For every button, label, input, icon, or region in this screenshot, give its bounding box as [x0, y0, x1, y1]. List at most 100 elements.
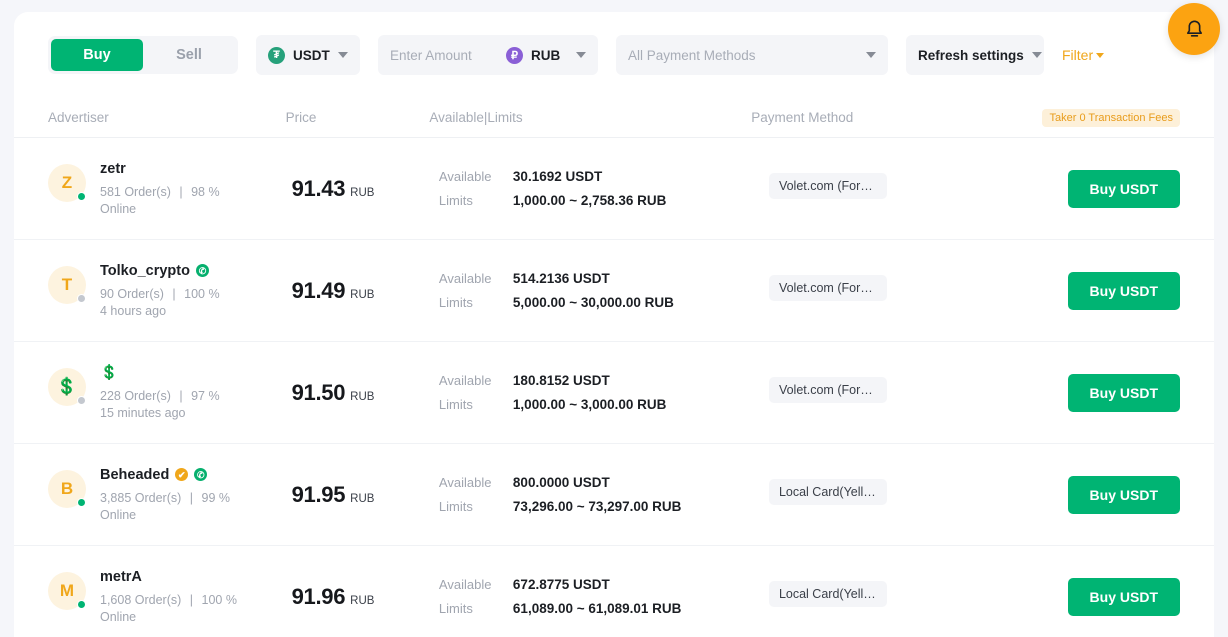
- price-value: 91.43: [291, 175, 346, 201]
- available-label: Available: [438, 475, 492, 490]
- crypto-label: USDT: [293, 47, 330, 63]
- chevron-down-icon: [338, 52, 348, 58]
- advertiser-cell[interactable]: B Beheaded ✔ ✆ 3,885 Order(s) | 99 % Onlin…: [48, 466, 292, 524]
- advertiser-cell[interactable]: T Tolko_crypto ✆ 90 Order(s) | 100 % 4 ho…: [48, 262, 292, 320]
- buy-usdt-button[interactable]: Buy USDT: [1067, 169, 1180, 208]
- available-value: 800.0000 USDT: [512, 475, 610, 490]
- avatar: B: [48, 469, 86, 508]
- buy-tab[interactable]: Buy: [51, 39, 143, 71]
- action-cell: Buy USDT: [1067, 373, 1180, 412]
- crypto-selector[interactable]: ₮ USDT: [256, 35, 360, 75]
- filter-button[interactable]: Filter: [1062, 47, 1105, 63]
- phone-verified-badge-icon: ✆: [194, 468, 208, 481]
- available-label: Available: [438, 169, 492, 184]
- status-dot-offline: [77, 395, 86, 405]
- payment-method-chip[interactable]: Volet.com (Form...: [768, 275, 887, 301]
- ruble-icon: ₽: [506, 46, 523, 64]
- advertiser-name: zetr: [100, 160, 126, 177]
- table-row[interactable]: T Tolko_crypto ✆ 90 Order(s) | 100 % 4 ho…: [14, 240, 1214, 342]
- completion-rate: 99 %: [201, 490, 231, 505]
- limits-label: Limits: [438, 601, 473, 616]
- payment-chevron-down-icon: [866, 52, 876, 58]
- advertiser-cell[interactable]: Z zetr 581 Order(s) | 98 % Online: [48, 160, 292, 218]
- price-currency: RUB: [350, 186, 375, 199]
- notification-bell-button[interactable]: [1168, 3, 1220, 55]
- advertiser-name-row[interactable]: metrA: [100, 568, 237, 586]
- header-price: Price: [285, 110, 317, 125]
- price-cell: 91.95 RUB: [292, 482, 439, 508]
- limits-value: 1,000.00 ~ 3,000.00 RUB: [512, 397, 667, 412]
- buy-usdt-button[interactable]: Buy USDT: [1067, 373, 1180, 412]
- advertiser-name-row[interactable]: 💲: [100, 364, 220, 382]
- last-seen: Online: [100, 609, 137, 624]
- advertiser-name: metrA: [100, 568, 142, 585]
- available-label: Available: [438, 373, 492, 388]
- stats-separator: |: [179, 388, 183, 403]
- buy-usdt-button[interactable]: Buy USDT: [1067, 577, 1180, 616]
- advertiser-info: zetr 581 Order(s) | 98 % Online: [100, 160, 220, 218]
- filter-label: Filter: [1062, 47, 1094, 63]
- stats-separator: |: [179, 184, 183, 199]
- available-value: 30.1692 USDT: [512, 169, 603, 184]
- advertiser-cell[interactable]: M metrA 1,608 Order(s) | 100 % Online: [48, 568, 292, 626]
- available-label: Available: [438, 577, 492, 592]
- refresh-settings-selector[interactable]: Refresh settings: [906, 35, 1044, 75]
- buy-usdt-button[interactable]: Buy USDT: [1067, 271, 1180, 310]
- action-cell: Buy USDT: [1067, 271, 1180, 310]
- taker-fee-badge: Taker 0 Transaction Fees: [1042, 108, 1180, 127]
- limits-value: 61,089.00 ~ 61,089.01 RUB: [512, 601, 682, 616]
- amount-input[interactable]: [390, 47, 498, 63]
- payment-method-chip[interactable]: Local Card(Yello...: [768, 479, 887, 505]
- price-cell: 91.96 RUB: [292, 584, 439, 610]
- advertiser-stats: 3,885 Order(s) | 99 % Online: [100, 490, 230, 524]
- table-row[interactable]: Z zetr 581 Order(s) | 98 % Online 91.43 …: [14, 138, 1214, 240]
- tether-icon: ₮: [268, 46, 285, 64]
- payment-method-cell: Volet.com (Form...: [768, 173, 1068, 204]
- price-cell: 91.49 RUB: [292, 278, 439, 304]
- advertiser-info: 💲 228 Order(s) | 97 % 15 minutes ago: [100, 364, 220, 422]
- completion-rate: 98 %: [191, 184, 220, 199]
- action-cell: Buy USDT: [1067, 475, 1180, 514]
- payment-method-chip[interactable]: Volet.com (Form...: [768, 173, 887, 199]
- payment-method-selector[interactable]: All Payment Methods: [616, 35, 888, 75]
- advertiser-name-row[interactable]: Tolko_crypto ✆: [100, 262, 220, 280]
- order-count: 3,885 Order(s): [100, 490, 182, 505]
- price-currency: RUB: [350, 594, 375, 607]
- table-row[interactable]: B Beheaded ✔ ✆ 3,885 Order(s) | 99 % Onlin…: [14, 444, 1214, 546]
- buy-usdt-button[interactable]: Buy USDT: [1067, 475, 1180, 514]
- status-dot-online: [77, 191, 86, 201]
- limits-label: Limits: [438, 397, 473, 412]
- status-dot-offline: [77, 293, 86, 303]
- refresh-chevron-down-icon: [1031, 52, 1042, 58]
- header-available-limits: Available|Limits: [429, 110, 523, 125]
- stats-separator: |: [189, 490, 194, 505]
- available-limits-cell: Available 800.0000 USDT Limits 73,296.00…: [439, 475, 769, 514]
- order-count: 90 Order(s): [100, 286, 164, 301]
- advertiser-name: Tolko_crypto: [100, 262, 190, 279]
- bell-icon: [1186, 20, 1202, 37]
- payment-method-chip[interactable]: Volet.com (Form...: [768, 377, 887, 403]
- buy-sell-toggle[interactable]: Buy Sell: [48, 36, 238, 74]
- price-value: 91.50: [291, 379, 346, 405]
- advertiser-name-row[interactable]: zetr: [100, 160, 220, 178]
- payment-method-chip[interactable]: Local Card(Yello...: [768, 581, 887, 607]
- advertiser-cell[interactable]: 💲 💲 228 Order(s) | 97 % 15 minutes ago: [48, 364, 292, 422]
- phone-verified-badge-icon: ✆: [195, 264, 209, 277]
- sell-tab[interactable]: Sell: [143, 39, 235, 71]
- amount-filter-group[interactable]: ₽ RUB: [378, 35, 598, 75]
- fiat-label: RUB: [531, 47, 561, 63]
- fiat-chevron-down-icon[interactable]: [576, 52, 586, 58]
- limits-value: 73,296.00 ~ 73,297.00 RUB: [512, 499, 682, 514]
- available-value: 672.8775 USDT: [512, 577, 610, 592]
- advertiser-name-row[interactable]: Beheaded ✔ ✆: [100, 466, 230, 484]
- payment-method-value: All Payment Methods: [628, 47, 756, 63]
- completion-rate: 97 %: [191, 388, 220, 403]
- p2p-trading-page: Buy Sell ₮ USDT ₽ RUB All Payment Method…: [0, 0, 1228, 637]
- action-cell: Buy USDT: [1067, 577, 1180, 616]
- limits-label: Limits: [438, 193, 473, 208]
- last-seen: 15 minutes ago: [100, 405, 186, 420]
- table-row[interactable]: 💲 💲 228 Order(s) | 97 % 15 minutes ago 9…: [14, 342, 1214, 444]
- table-row[interactable]: M metrA 1,608 Order(s) | 100 % Online 91…: [14, 546, 1214, 637]
- available-limits-cell: Available 30.1692 USDT Limits 1,000.00 ~…: [439, 169, 769, 208]
- advertiser-stats: 228 Order(s) | 97 % 15 minutes ago: [100, 388, 220, 422]
